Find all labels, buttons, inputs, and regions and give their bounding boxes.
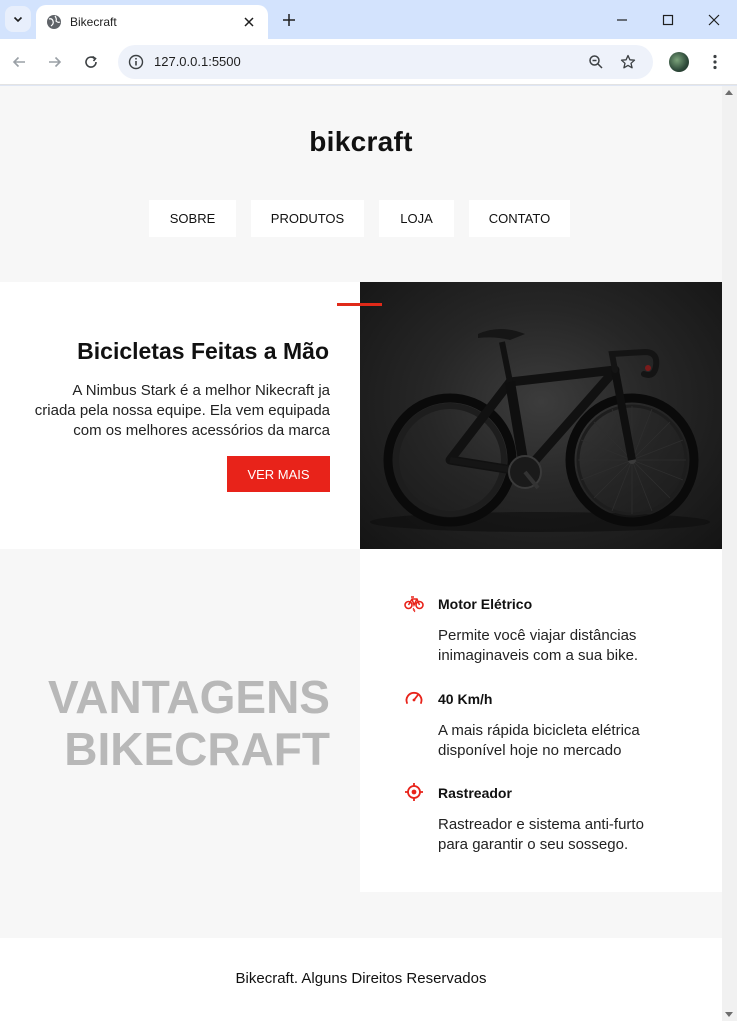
browser-tab[interactable]: Bikecraft <box>36 5 268 39</box>
maximize-button[interactable] <box>645 0 691 39</box>
bike-photo <box>360 282 722 549</box>
nav-link-produtos[interactable]: PRODUTOS <box>251 200 364 237</box>
electric-bike-icon <box>404 593 424 613</box>
arrow-left-icon <box>12 56 25 68</box>
browser-tab-bar: Bikecraft <box>0 0 737 39</box>
advantages-title: VANTAGENS BIKECRAFT <box>48 671 330 775</box>
advantages-heading-panel: VANTAGENS BIKECRAFT <box>0 549 360 938</box>
advantages-title-line2: BIKECRAFT <box>64 723 330 775</box>
reload-button[interactable] <box>79 50 103 74</box>
close-icon <box>708 14 720 25</box>
globe-icon <box>46 14 62 30</box>
back-button[interactable] <box>7 50 31 74</box>
close-tab-icon[interactable] <box>240 13 258 31</box>
maximize-icon <box>662 14 674 25</box>
target-icon <box>404 782 424 802</box>
intro-content: Bicicletas Feitas a Mão A Nimbus Stark é… <box>0 282 360 549</box>
more-vertical-icon <box>713 54 717 70</box>
site-footer: Bikecraft. Alguns Direitos Reservados <box>0 938 722 1021</box>
scroll-up-arrow-icon[interactable] <box>725 90 733 95</box>
bicycle-image <box>370 329 710 532</box>
advantages-list: Motor Elétrico Permite você viajar distâ… <box>360 549 722 892</box>
site-logo[interactable]: bikcraft <box>0 126 722 158</box>
reload-icon <box>85 55 97 68</box>
minimize-button[interactable] <box>599 0 645 39</box>
close-window-button[interactable] <box>691 0 737 39</box>
address-bar[interactable]: 127.0.0.1:5500 <box>118 45 653 79</box>
url-text: 127.0.0.1:5500 <box>154 54 241 69</box>
zoom-icon[interactable] <box>586 52 606 72</box>
accent-line <box>337 303 382 306</box>
tab-title: Bikecraft <box>70 15 117 29</box>
nav-link-sobre[interactable]: SOBRE <box>149 200 236 237</box>
site-info-icon[interactable] <box>126 52 146 72</box>
nav-link-loja[interactable]: LOJA <box>379 200 454 237</box>
page-viewport: bikcraft SOBRE PRODUTOS LOJA CONTATO Bic… <box>0 86 722 1021</box>
arrow-right-icon <box>49 56 62 68</box>
browser-menu-button[interactable] <box>705 50 725 74</box>
tab-search-button[interactable] <box>5 6 31 32</box>
see-more-button[interactable]: VER MAIS <box>227 456 330 492</box>
chevron-down-icon <box>13 16 23 23</box>
scroll-down-arrow-icon[interactable] <box>725 1012 733 1017</box>
feature-text: A mais rápida bicicleta elétrica disponí… <box>438 722 640 759</box>
feature-title: Motor Elétrico <box>438 596 533 612</box>
plus-icon <box>283 14 295 26</box>
advantages-section: VANTAGENS BIKECRAFT Motor Elétrico Permi… <box>0 549 722 938</box>
forward-button[interactable] <box>43 50 67 74</box>
site-header: bikcraft SOBRE PRODUTOS LOJA CONTATO <box>0 86 722 282</box>
feature-title: 40 Km/h <box>438 691 493 707</box>
browser-toolbar: 127.0.0.1:5500 <box>0 39 737 85</box>
bookmark-star-icon[interactable] <box>618 52 638 72</box>
nav-link-contato[interactable]: CONTATO <box>469 200 570 237</box>
intro-section: Bicicletas Feitas a Mão A Nimbus Stark é… <box>0 282 722 549</box>
intro-text: A Nimbus Stark é a melhor Nikecraft ja c… <box>34 382 330 439</box>
feature-title: Rastreador <box>438 785 512 801</box>
page-scrollbar[interactable] <box>722 86 737 1021</box>
profile-avatar[interactable] <box>669 52 689 72</box>
new-tab-button[interactable] <box>278 9 300 31</box>
speedometer-icon <box>404 688 424 708</box>
advantages-title-line1: VANTAGENS <box>48 671 330 723</box>
feature-text: Rastreador e sistema anti-furto para gar… <box>438 816 644 853</box>
minimize-icon <box>617 18 627 21</box>
intro-title: Bicicletas Feitas a Mão <box>77 338 329 364</box>
footer-copyright: Bikecraft. Alguns Direitos Reservados <box>235 970 487 987</box>
feature-text: Permite você viajar distâncias inimagina… <box>438 627 639 664</box>
